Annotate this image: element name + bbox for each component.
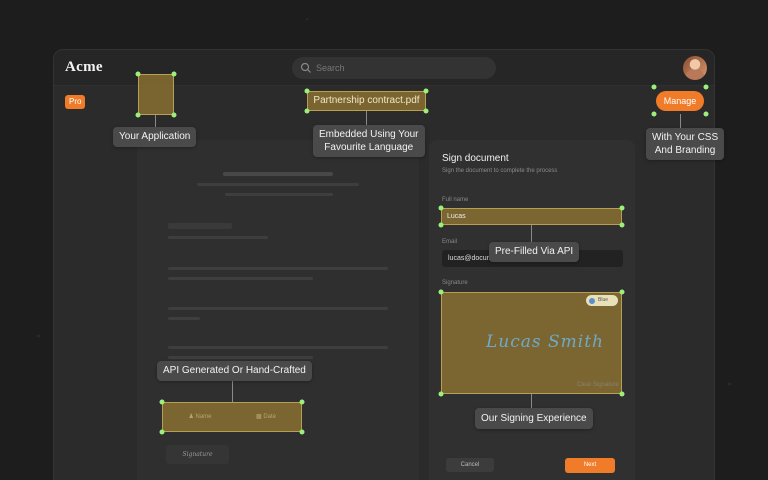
- email-label: Email: [442, 239, 458, 245]
- callout-embedded-line1: Embedded Using Your: [319, 129, 419, 140]
- resize-handle: [438, 205, 444, 211]
- doc-text-line: [168, 236, 268, 239]
- email-value: lucas@docum: [448, 255, 493, 262]
- calendar-icon: ▩: [255, 414, 262, 420]
- callout-css-line2: And Branding: [654, 145, 716, 156]
- resize-handle: [159, 429, 165, 435]
- doc-text-line: [168, 346, 388, 349]
- callout-prefilled: Pre-Filled Via API: [489, 242, 580, 262]
- sign-panel-subtitle: Sign the document to complete the proces…: [442, 168, 558, 174]
- date-field-label: Date: [263, 414, 277, 420]
- doc-text-line: [197, 183, 359, 186]
- resize-handle: [135, 112, 141, 118]
- connector-line: [232, 381, 233, 402]
- resize-handle: [619, 205, 625, 211]
- pro-badge: Pro: [65, 95, 86, 109]
- resize-handle: [703, 111, 709, 117]
- doc-heading-bar: [223, 172, 333, 176]
- resize-handle: [438, 391, 444, 397]
- connector-line: [680, 114, 681, 128]
- resize-handle: [159, 399, 165, 405]
- date-field-tile[interactable]: ▩ Date: [236, 406, 296, 428]
- connector-line: [531, 225, 532, 242]
- your-application-highlight: [138, 74, 174, 115]
- callout-embedded-line2: Favourite Language: [324, 142, 414, 153]
- connector-line: [366, 111, 367, 125]
- resize-handle: [304, 88, 310, 94]
- resize-handle: [304, 108, 310, 114]
- doc-section-bar: [168, 223, 232, 229]
- callout-api-generated: API Generated Or Hand-Crafted: [157, 361, 312, 381]
- doc-text-line: [168, 277, 313, 280]
- signature-field-tile[interactable]: Signature: [166, 445, 229, 464]
- user-icon: ♟: [188, 414, 194, 420]
- full-name-field[interactable]: [441, 208, 622, 225]
- doc-text-line: [168, 356, 313, 359]
- search-box[interactable]: Search: [292, 57, 496, 79]
- callout-embedded: Embedded Using Your Favourite Language: [313, 125, 425, 157]
- search-placeholder: Search: [316, 63, 345, 73]
- callout-css-branding: With Your CSS And Branding: [646, 128, 725, 160]
- signature-drawing: Lucas Smith: [486, 332, 605, 352]
- doc-text-line: [168, 307, 388, 310]
- resize-handle: [135, 71, 141, 77]
- resize-handle: [651, 111, 657, 117]
- resize-handle: [651, 84, 657, 90]
- resize-handle: [299, 429, 305, 435]
- callout-your-application: Your Application: [113, 127, 197, 147]
- resize-handle: [619, 391, 625, 397]
- resize-handle: [171, 112, 177, 118]
- app-logo[interactable]: Acme: [65, 59, 103, 76]
- callout-signing-experience: Our Signing Experience: [475, 408, 593, 429]
- doc-text-line: [168, 317, 200, 320]
- callout-css-line1: With Your CSS: [652, 132, 719, 143]
- resize-handle: [438, 222, 444, 228]
- connector-line: [531, 394, 532, 408]
- user-avatar[interactable]: [683, 56, 707, 80]
- pen-color-value: Blue: [598, 297, 609, 303]
- name-field-tile[interactable]: ♟ Name: [170, 406, 230, 428]
- full-name-value: Lucas: [447, 213, 466, 220]
- doc-text-line: [168, 267, 388, 270]
- search-icon: [300, 62, 311, 73]
- sign-panel-title: Sign document: [442, 153, 509, 164]
- document-title: Partnership contract.pdf: [313, 95, 420, 106]
- signature-label: Signature: [442, 280, 468, 286]
- doc-text-line: [225, 193, 333, 196]
- clear-signature-button[interactable]: Clear Signature: [577, 382, 619, 388]
- pen-color-select[interactable]: Blue: [586, 295, 618, 306]
- full-name-label: Full name: [442, 197, 469, 203]
- resize-handle: [171, 71, 177, 77]
- resize-handle: [619, 289, 625, 295]
- cancel-button[interactable]: Cancel: [446, 458, 494, 472]
- name-field-label: Name: [195, 414, 212, 420]
- next-button[interactable]: Next: [565, 458, 615, 473]
- resize-handle: [299, 399, 305, 405]
- resize-handle: [423, 88, 429, 94]
- resize-handle: [423, 108, 429, 114]
- resize-handle: [438, 289, 444, 295]
- resize-handle: [619, 222, 625, 228]
- manage-button[interactable]: Manage: [656, 91, 704, 111]
- resize-handle: [703, 84, 709, 90]
